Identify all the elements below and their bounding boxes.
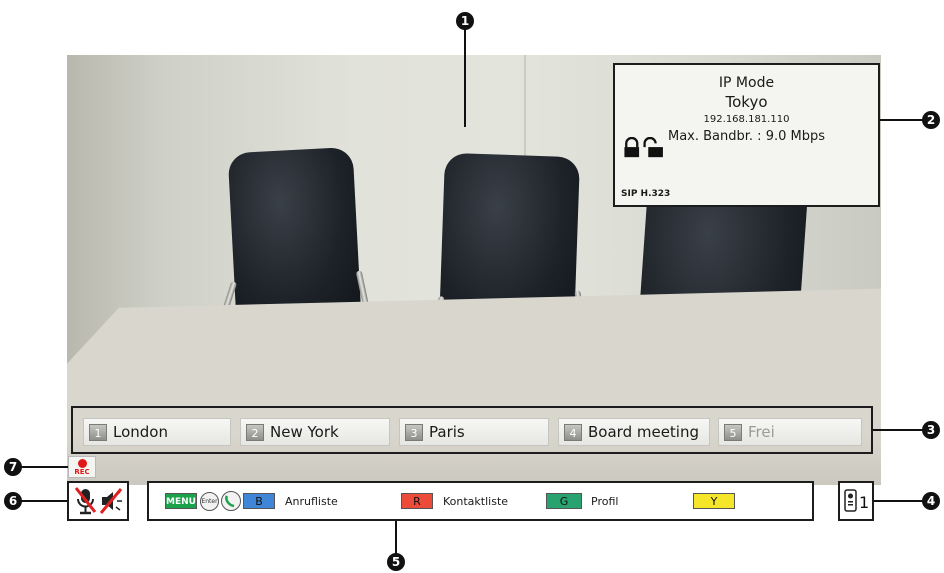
profile-label: Profil (591, 494, 619, 508)
lock-closed-icon (624, 137, 640, 158)
speed-dial-number: 3 (405, 423, 423, 441)
callout-4: 4 (922, 492, 940, 510)
speed-dial-new-york[interactable]: 2 New York (240, 418, 390, 446)
guide-yellow-group: Y (693, 492, 735, 510)
callout-line-5 (395, 521, 397, 555)
blue-key[interactable]: B (243, 493, 275, 509)
callout-7: 7 (4, 458, 22, 476)
speed-dial-label: Paris (429, 423, 465, 441)
speed-dial-number: 5 (724, 423, 742, 441)
recording-indicator: REC (68, 456, 96, 478)
guide-contacts-group: R Kontaktliste (401, 492, 508, 510)
recording-label: REC (74, 468, 90, 476)
speed-dial-free[interactable]: 5 Frei (718, 418, 862, 446)
callout-line-3 (873, 429, 925, 431)
guide-menu-group: MENU Enter B Anrufliste (165, 491, 338, 511)
callout-line-4 (874, 500, 924, 502)
callout-6: 6 (4, 492, 22, 510)
red-key[interactable]: R (401, 493, 433, 509)
speed-dial-label: Board meeting (588, 423, 699, 441)
callout-5: 5 (387, 553, 405, 571)
callout-3: 3 (922, 421, 940, 439)
contacts-label: Kontaktliste (443, 494, 509, 508)
speed-dial-number: 2 (246, 423, 264, 441)
remote-control-icon (844, 489, 857, 512)
speed-dial-label: Frei (748, 423, 775, 441)
ip-address: 192.168.181.110 (703, 114, 790, 125)
call-history-label: Anrufliste (285, 494, 338, 508)
speed-dial-number: 4 (564, 423, 582, 441)
speed-dial-london[interactable]: 1 London (83, 418, 231, 446)
protocol-list: SIP H.323 (621, 189, 671, 199)
phone-handset-icon (225, 495, 235, 508)
callout-line-7 (18, 466, 68, 468)
call-history-key[interactable] (221, 491, 241, 511)
record-dot-icon (78, 459, 87, 468)
green-key[interactable]: G (546, 493, 582, 509)
speaker-muted-icon (99, 488, 123, 514)
callout-1: 1 (456, 12, 474, 30)
menu-key[interactable]: MENU (165, 493, 197, 509)
callout-line-6 (18, 500, 67, 502)
speed-dial-number: 1 (89, 423, 107, 441)
remote-control-id: 1 (838, 481, 874, 521)
callout-line-2 (880, 119, 924, 121)
remote-id-number: 1 (859, 493, 870, 512)
yellow-key[interactable]: Y (693, 493, 735, 509)
site-name: Tokyo (725, 93, 768, 111)
speed-dial-paris[interactable]: 3 Paris (399, 418, 549, 446)
callout-line-1 (464, 27, 466, 127)
speed-dial-label: London (113, 423, 168, 441)
key-guide-bar: MENU Enter B Anrufliste R Kontaktliste G… (147, 481, 814, 521)
connection-mode: IP Mode (718, 75, 775, 91)
audio-mute-status (67, 481, 129, 521)
speed-dial-label: New York (270, 423, 339, 441)
callout-2: 2 (922, 111, 940, 129)
lock-open-icon (643, 137, 663, 158)
site-info-panel: IP Mode Tokyo 192.168.181.110 Max. Bandb… (613, 63, 880, 207)
guide-profile-group: G Profil (546, 492, 618, 510)
speed-dial-bar: 1 London 2 New York 3 Paris 4 Board meet… (71, 406, 873, 454)
encryption-status (624, 137, 663, 158)
mic-muted-icon (74, 487, 97, 515)
audio-icons (74, 487, 123, 515)
speed-dial-board-meeting[interactable]: 4 Board meeting (558, 418, 710, 446)
enter-key[interactable]: Enter (200, 491, 219, 511)
